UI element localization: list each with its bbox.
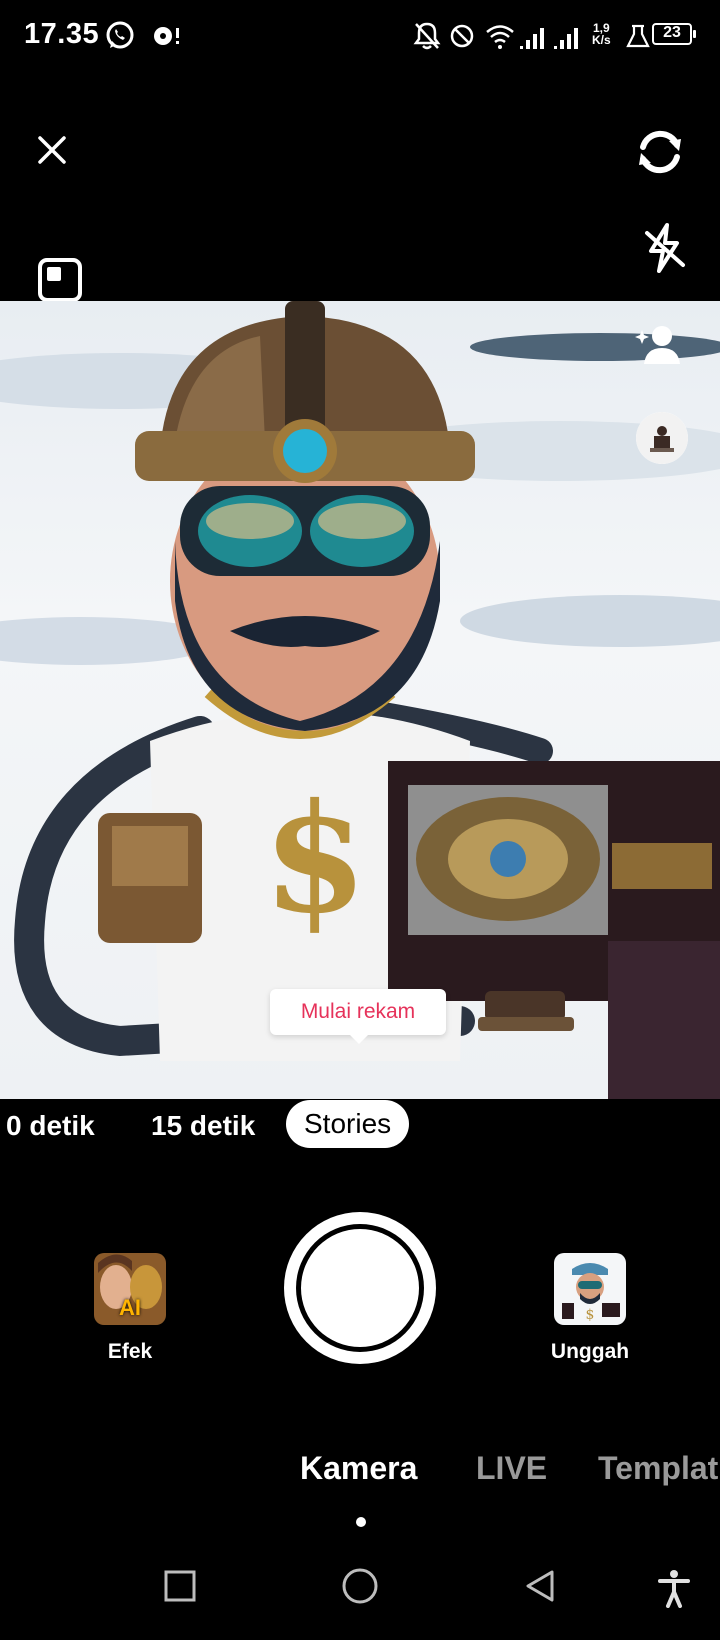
effects-label: Efek bbox=[107, 1340, 153, 1363]
signal-icon bbox=[520, 28, 578, 49]
square-icon bbox=[164, 1570, 196, 1602]
mode-tab-camera[interactable]: Kamera bbox=[300, 1450, 417, 1487]
circle-icon bbox=[342, 1568, 378, 1604]
network-speed: 1,9 K/s bbox=[592, 22, 611, 46]
duration-selector: 0 detik 15 detik Stories bbox=[0, 1100, 720, 1150]
lab-flask-icon bbox=[626, 24, 650, 48]
nav-home-button[interactable] bbox=[340, 1568, 380, 1609]
effects-button[interactable]: AI bbox=[94, 1253, 166, 1325]
avatar-image bbox=[636, 412, 688, 464]
upload-thumbnail: $ bbox=[554, 1253, 626, 1325]
record-button-inner bbox=[296, 1224, 424, 1352]
flip-camera-icon bbox=[639, 130, 681, 174]
flip-camera-button[interactable] bbox=[630, 122, 690, 182]
duration-option-0[interactable]: 0 detik bbox=[6, 1110, 95, 1142]
notifications-off-icon bbox=[413, 22, 441, 50]
active-mode-indicator bbox=[356, 1517, 366, 1527]
duration-option-15[interactable]: 15 detik bbox=[151, 1110, 255, 1142]
battery-indicator: 23 bbox=[652, 23, 696, 45]
flash-button[interactable] bbox=[636, 220, 692, 276]
battery-level: 23 bbox=[663, 24, 681, 41]
nav-accessibility-button[interactable] bbox=[656, 1568, 692, 1613]
add-friend-button[interactable] bbox=[630, 318, 686, 374]
network-speed-unit: K/s bbox=[592, 33, 611, 47]
aspect-ratio-button[interactable] bbox=[36, 256, 84, 304]
status-time: 17.35 bbox=[24, 18, 100, 50]
location-alert-icon bbox=[154, 27, 179, 45]
mode-tab-templates[interactable]: Templat bbox=[598, 1450, 718, 1487]
upload-button[interactable]: $ bbox=[554, 1253, 626, 1325]
back-triangle-icon bbox=[526, 1570, 554, 1602]
close-icon bbox=[38, 136, 66, 164]
record-button[interactable] bbox=[284, 1212, 436, 1364]
camera-preview[interactable]: $ bbox=[0, 301, 720, 1099]
status-bar: 17.35 1,9 K/s 23 bbox=[0, 0, 720, 72]
wifi-icon bbox=[486, 25, 514, 49]
close-button[interactable] bbox=[30, 128, 74, 172]
svg-text:$: $ bbox=[586, 1307, 595, 1323]
add-user-sparkle-icon bbox=[635, 326, 680, 364]
duration-option-stories[interactable]: Stories bbox=[286, 1100, 410, 1148]
nav-back-button[interactable] bbox=[522, 1568, 558, 1609]
mode-tab-live[interactable]: LIVE bbox=[476, 1450, 547, 1487]
accessibility-icon bbox=[658, 1570, 690, 1608]
whatsapp-icon bbox=[106, 21, 134, 49]
nav-recents-button[interactable] bbox=[162, 1568, 198, 1609]
avatar[interactable] bbox=[636, 412, 688, 464]
aspect-ratio-icon bbox=[38, 258, 82, 302]
ai-badge: AI bbox=[119, 1295, 141, 1320]
svg-text:$: $ bbox=[263, 771, 367, 947]
upload-label: Unggah bbox=[550, 1340, 630, 1363]
record-tooltip: Mulai rekam bbox=[270, 989, 446, 1044]
flash-off-icon bbox=[645, 223, 685, 273]
preview-image: $ bbox=[0, 301, 720, 1099]
do-not-disturb-icon bbox=[450, 24, 474, 48]
